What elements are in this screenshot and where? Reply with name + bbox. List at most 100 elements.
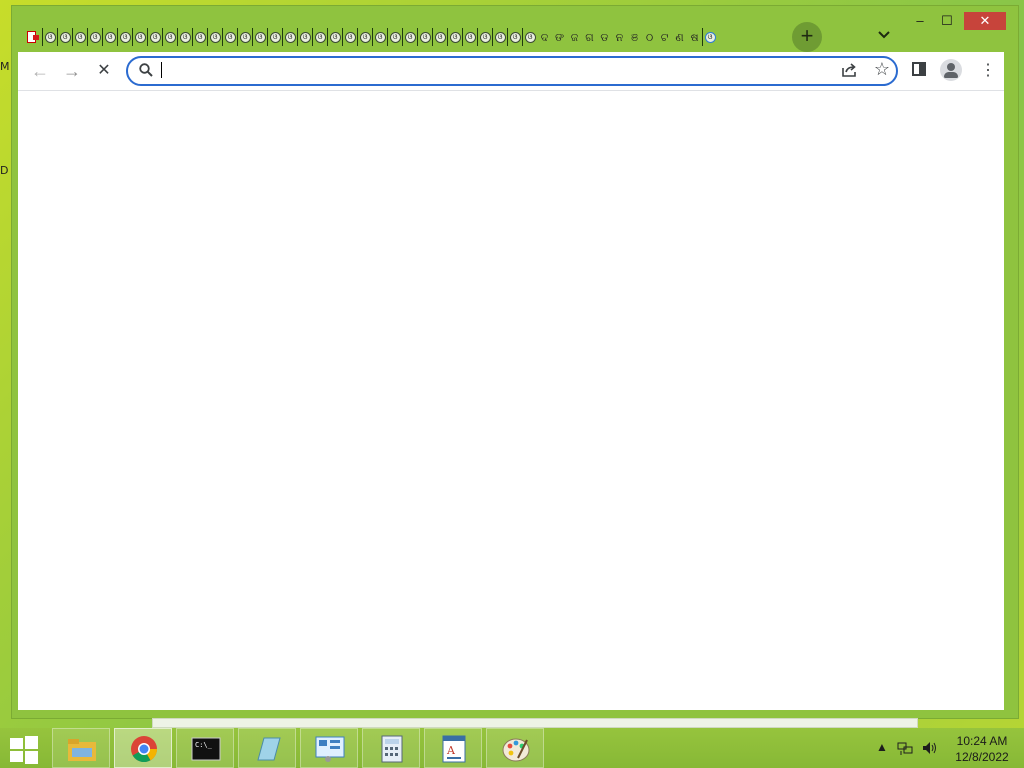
share-icon[interactable] (840, 61, 858, 79)
browser-tab[interactable]: ଓ (387, 28, 402, 46)
site-favicon-icon: ଓ (299, 31, 311, 43)
chevron-down-icon (878, 31, 890, 39)
volume-icon[interactable] (921, 740, 939, 756)
browser-tab[interactable]: ଓ (177, 28, 192, 46)
address-input[interactable] (160, 60, 810, 80)
browser-tab[interactable]: ଓ (402, 28, 417, 46)
site-favicon-icon: ଓ (404, 31, 416, 43)
tab-pdf[interactable] (26, 30, 40, 44)
browser-tab[interactable]: ଜ (567, 28, 582, 46)
browser-tab[interactable]: ଓ (147, 28, 162, 46)
text-caret (161, 62, 162, 78)
browser-tab[interactable]: ଓ (372, 28, 387, 46)
browser-tab[interactable]: ଠ (642, 28, 657, 46)
browser-tab[interactable]: ଓ (297, 28, 312, 46)
network-icon[interactable] (897, 740, 913, 756)
browser-tab[interactable]: ଓ (207, 28, 222, 46)
maximize-button[interactable]: ☐ (934, 12, 960, 30)
browser-tab[interactable]: ଓ (132, 28, 147, 46)
browser-tab[interactable]: ଓ (432, 28, 447, 46)
browser-tab[interactable]: ନ (612, 28, 627, 46)
site-favicon-icon: ଜ (570, 30, 579, 44)
browser-tab[interactable]: ଗ (582, 28, 597, 46)
site-favicon-icon: ଙ (554, 30, 565, 44)
browser-tab[interactable]: ଓ (267, 28, 282, 46)
search-icon (139, 63, 153, 77)
site-favicon-icon: ଡ (600, 30, 609, 44)
paint-palette-icon (502, 738, 530, 762)
tray-expand-icon[interactable]: ▲ (876, 740, 888, 754)
browser-tab[interactable]: ଣ (672, 28, 687, 46)
minimize-button[interactable]: – (908, 12, 932, 30)
browser-tab[interactable]: ଞ (627, 28, 642, 46)
browser-tab[interactable]: ଓ (327, 28, 342, 46)
site-favicon-icon: ଓ (269, 31, 281, 43)
browser-tab[interactable]: ଓ (477, 28, 492, 46)
control-panel-icon (315, 736, 345, 762)
site-favicon-icon: ଓ (494, 31, 506, 43)
menu-button[interactable]: ⋮ (980, 60, 996, 82)
profile-avatar[interactable] (940, 59, 962, 81)
bookmark-star-icon[interactable]: ☆ (872, 58, 892, 80)
browser-tab[interactable]: ଓ (192, 28, 207, 46)
svg-text:A: A (446, 744, 456, 757)
browser-tab[interactable]: ଓ (162, 28, 177, 46)
tab-search-button[interactable] (874, 26, 894, 46)
browser-tab[interactable]: ଓ (237, 28, 252, 46)
browser-tab[interactable]: ଦ (537, 28, 552, 46)
browser-tab[interactable]: ଓ (417, 28, 432, 46)
browser-tab[interactable]: ଷ (687, 28, 702, 46)
forward-button[interactable]: → (60, 60, 84, 82)
browser-tab[interactable]: ଓ (507, 28, 522, 46)
taskbar-calculator[interactable] (362, 728, 420, 768)
browser-toolbar: ← → ✕ ☆ ⋮ (18, 52, 1004, 91)
side-panel-icon[interactable] (912, 62, 926, 76)
clock-date: 12/8/2022 (955, 750, 1009, 764)
address-bar[interactable]: ☆ (126, 56, 898, 86)
tab-list: ଓଓଓଓଓଓଓଓଓଓଓଓଓଓଓଓଓଓଓଓଓଓଓଓଓଓଓଓଓଓଓଓଓଦଙଜଗଡନଞ… (26, 28, 778, 46)
taskbar-command-prompt[interactable]: C:\_ (176, 728, 234, 768)
new-tab-button[interactable]: + (792, 22, 822, 52)
browser-tab[interactable]: ଡ (597, 28, 612, 46)
site-favicon-icon: ଓ (374, 31, 386, 43)
stop-loading-button[interactable]: ✕ (92, 60, 116, 82)
back-button[interactable]: ← (28, 60, 52, 82)
page-content (18, 91, 1004, 710)
browser-tab[interactable]: ଙ (552, 28, 567, 46)
taskbar-chrome[interactable] (114, 728, 172, 768)
browser-tab[interactable]: ଓ (252, 28, 267, 46)
browser-tab[interactable]: ଓ (462, 28, 477, 46)
browser-tab-active[interactable]: ଓ (702, 28, 717, 46)
taskbar-wordpad[interactable]: A (424, 728, 482, 768)
site-favicon-icon: ଓ (479, 31, 491, 43)
clock[interactable]: 10:24 AM 12/8/2022 (946, 733, 1018, 765)
site-favicon-icon: ଓ (254, 31, 266, 43)
browser-tab[interactable]: ଟ (657, 28, 672, 46)
site-favicon-icon: ନ (615, 30, 624, 44)
close-button[interactable]: ✕ (964, 12, 1006, 30)
site-favicon-icon: ଗ (585, 30, 594, 44)
browser-tab[interactable]: ଓ (117, 28, 132, 46)
site-favicon-icon: ଓ (89, 31, 101, 43)
browser-tab[interactable]: ଓ (312, 28, 327, 46)
site-favicon-icon: ଓ (389, 31, 401, 43)
browser-tab[interactable]: ଓ (42, 28, 57, 46)
browser-tab[interactable]: ଓ (72, 28, 87, 46)
taskbar-notepad[interactable] (238, 728, 296, 768)
browser-tab[interactable]: ଓ (447, 28, 462, 46)
browser-tab[interactable]: ଓ (357, 28, 372, 46)
site-favicon-icon: ଓ (104, 31, 116, 43)
browser-tab[interactable]: ଓ (342, 28, 357, 46)
taskbar-paint[interactable] (486, 728, 544, 768)
browser-tab[interactable]: ଓ (87, 28, 102, 46)
browser-tab[interactable]: ଓ (102, 28, 117, 46)
browser-tab[interactable]: ଓ (282, 28, 297, 46)
background-window-edge (152, 718, 918, 728)
browser-tab[interactable]: ଓ (522, 28, 537, 46)
browser-tab[interactable]: ଓ (492, 28, 507, 46)
browser-tab[interactable]: ଓ (57, 28, 72, 46)
browser-tab[interactable]: ଓ (222, 28, 237, 46)
start-button[interactable] (10, 736, 38, 764)
taskbar-file-explorer[interactable] (52, 728, 110, 768)
taskbar-control-panel[interactable] (300, 728, 358, 768)
